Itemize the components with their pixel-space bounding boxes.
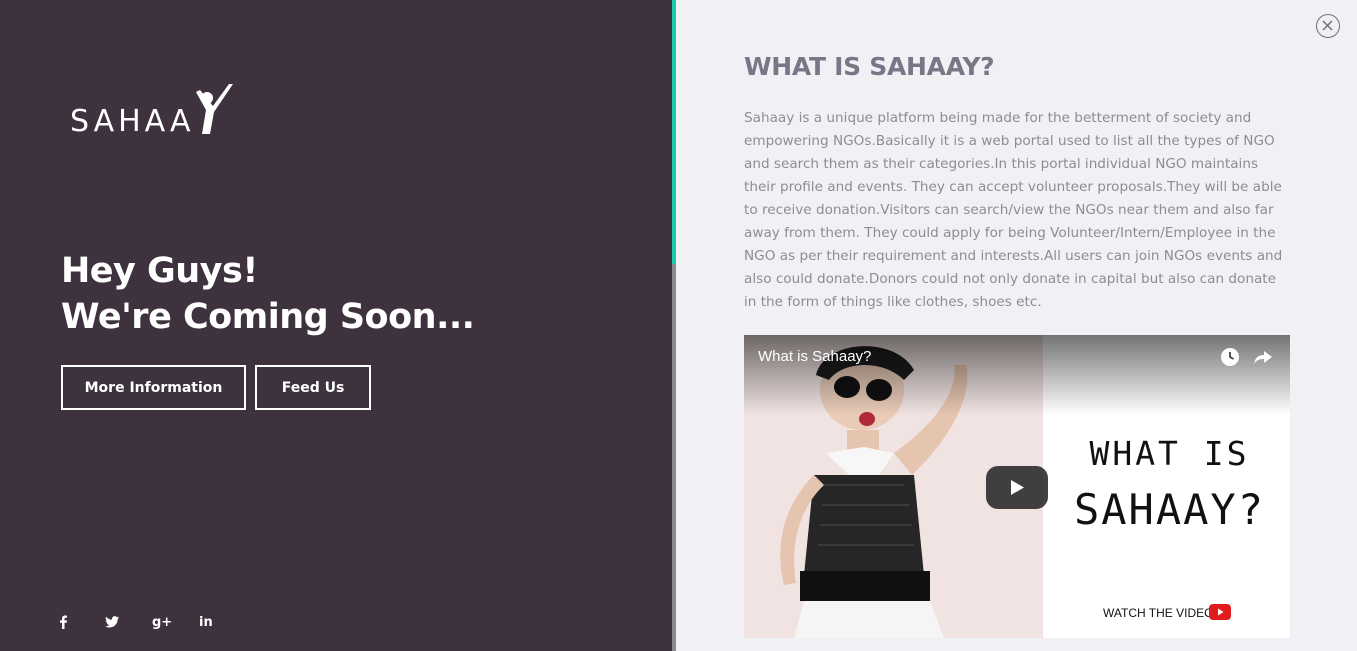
thumbnail-line-1: WHAT IS [1089, 434, 1250, 473]
logo-figure-icon [196, 84, 233, 134]
watch-later-icon[interactable] [1220, 347, 1240, 367]
thumbnail-heading: WHAT IS SAHAAY? [1062, 433, 1277, 539]
hero-headline: Hey Guys! We're Coming Soon... [61, 248, 621, 340]
youtube-logo-icon [1209, 604, 1231, 620]
share-icon[interactable] [1253, 347, 1273, 367]
right-panel: WHAT IS SAHAAY? Sahaay is a unique platf… [676, 0, 1357, 651]
thumbnail-line-2: SAHAAY? [1073, 485, 1265, 534]
video-title-bar [744, 335, 1290, 415]
about-title: WHAT IS SAHAAY? [744, 52, 995, 81]
video-title[interactable]: What is Sahaay? [758, 348, 871, 365]
twitter-icon[interactable] [103, 610, 150, 634]
google-plus-glyph: g+ [152, 614, 173, 630]
more-information-button[interactable]: More Information [61, 365, 246, 410]
logo-text: SAHAA [70, 104, 195, 139]
social-links: g+ in [56, 610, 244, 634]
left-panel: SAHAA Hey Guys! We're Coming Soon... Mor… [0, 0, 672, 651]
play-icon [1011, 480, 1024, 495]
linkedin-icon[interactable]: in [197, 610, 244, 634]
facebook-icon[interactable] [56, 610, 103, 634]
about-body: Sahaay is a unique platform being made f… [744, 110, 1283, 310]
feed-us-button[interactable]: Feed Us [255, 365, 371, 410]
play-button[interactable] [986, 466, 1048, 509]
hero-line-1: Hey Guys! [61, 251, 258, 291]
hero-line-2: We're Coming Soon... [61, 297, 475, 337]
watch-the-video-label: WATCH THE VIDEO [1103, 606, 1214, 620]
linkedin-glyph: in [199, 614, 213, 630]
video-embed[interactable]: What is Sahaay? WHAT IS SAHAAY? WATCH TH… [744, 335, 1290, 638]
close-icon [1322, 20, 1333, 31]
sahaay-logo[interactable]: SAHAA [70, 82, 240, 142]
close-button[interactable] [1316, 14, 1340, 38]
google-plus-icon[interactable]: g+ [150, 610, 197, 634]
